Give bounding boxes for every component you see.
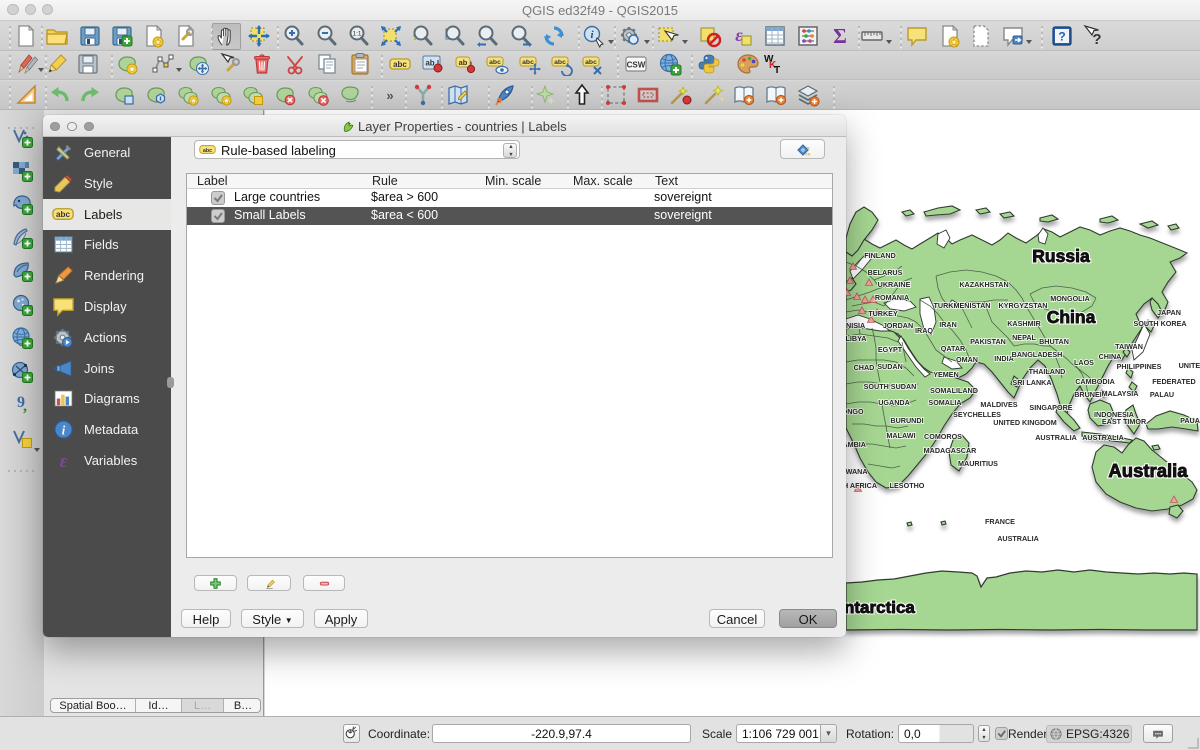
svg-text:IRAQ: IRAQ (915, 326, 933, 335)
svg-text:BURUNDI: BURUNDI (890, 416, 923, 425)
svg-text:TURKMENISTAN: TURKMENISTAN (934, 301, 991, 310)
svg-text:FRANCE: FRANCE (985, 517, 1015, 526)
svg-text:n: n (806, 145, 809, 150)
svg-text:BHUTAN: BHUTAN (1039, 337, 1069, 346)
svg-text:UNITED: UNITED (1179, 361, 1200, 370)
svg-text:IRAN: IRAN (939, 320, 957, 329)
svg-text:CHAD: CHAD (854, 363, 875, 372)
svg-text:NEPAL: NEPAL (1012, 333, 1036, 342)
svg-text:UKRAINE: UKRAINE (878, 280, 911, 289)
svg-text:1:1: 1:1 (352, 31, 361, 38)
svg-text:T: T (774, 65, 780, 76)
svg-text:SOUTH KOREA: SOUTH KOREA (1133, 319, 1186, 328)
svg-text:ε: ε (60, 451, 68, 472)
svg-text:SOUTH SUDAN: SOUTH SUDAN (864, 382, 917, 391)
svg-text:AUSTRALIA: AUSTRALIA (1082, 433, 1124, 442)
svg-text:COMOROS: COMOROS (924, 432, 962, 441)
svg-text:ROMANIA: ROMANIA (875, 293, 909, 302)
svg-text:BELARUS: BELARUS (868, 268, 903, 277)
svg-text:PAUA: PAUA (1180, 416, 1200, 425)
svg-text:abc: abc (56, 209, 70, 218)
svg-text:LAOS: LAOS (1074, 358, 1094, 367)
svg-text:PHILIPPINES: PHILIPPINES (1117, 362, 1162, 371)
svg-text:SINGAPORE: SINGAPORE (1029, 403, 1072, 412)
svg-text:KYRGYZSTAN: KYRGYZSTAN (999, 301, 1048, 310)
svg-text:Australia: Australia (1108, 460, 1188, 481)
svg-text:SUDAN: SUDAN (877, 362, 903, 371)
svg-text:abc: abc (585, 59, 597, 66)
svg-text:LIBYA: LIBYA (846, 334, 867, 343)
svg-text:MADAGASCAR: MADAGASCAR (924, 446, 978, 455)
svg-text:KAZAKHSTAN: KAZAKHSTAN (959, 280, 1008, 289)
svg-text:?: ? (1058, 30, 1065, 44)
svg-text:FEDERATED: FEDERATED (1152, 377, 1195, 386)
svg-text:YEMEN: YEMEN (933, 370, 959, 379)
svg-text:MALDIVES: MALDIVES (980, 400, 1017, 409)
svg-text:SOMALIA: SOMALIA (928, 398, 961, 407)
svg-text:FINLAND: FINLAND (864, 251, 896, 260)
svg-text:ε: ε (735, 25, 743, 45)
svg-text:,: , (23, 398, 27, 415)
svg-text:JAPAN: JAPAN (1157, 308, 1181, 317)
svg-text:LESOTHO: LESOTHO (890, 481, 925, 490)
svg-text:SOMALILAND: SOMALILAND (930, 386, 978, 395)
svg-text:Σ: Σ (833, 24, 847, 48)
svg-text:EAST TIMOR: EAST TIMOR (1102, 417, 1147, 426)
svg-text:H AFRICA: H AFRICA (843, 481, 877, 490)
svg-text:MAURITIUS: MAURITIUS (958, 459, 998, 468)
svg-text:PAKISTAN: PAKISTAN (970, 337, 1006, 346)
svg-text:»: » (386, 88, 393, 103)
svg-text:PALAU: PALAU (1150, 390, 1174, 399)
svg-text:CSW: CSW (627, 61, 646, 70)
svg-text:KASHMIR: KASHMIR (1007, 319, 1041, 328)
svg-text:China: China (1047, 307, 1096, 327)
svg-text:JORDAN: JORDAN (883, 321, 913, 330)
svg-text:ab: ab (425, 59, 434, 68)
svg-text:QATAR: QATAR (941, 344, 966, 353)
svg-text:AUSTRALIA: AUSTRALIA (1035, 433, 1077, 442)
svg-text:MALAWI: MALAWI (886, 431, 915, 440)
svg-text:ntarctica: ntarctica (844, 598, 915, 617)
svg-text:BANGLADESH: BANGLADESH (1012, 350, 1063, 359)
svg-text:OMAN: OMAN (956, 355, 978, 364)
svg-text:MALAYSIA: MALAYSIA (1102, 389, 1139, 398)
svg-text:CAMBODIA: CAMBODIA (1075, 377, 1115, 386)
svg-text:abc: abc (554, 59, 566, 66)
svg-text:BRUNEI: BRUNEI (1074, 390, 1102, 399)
svg-text:i: i (62, 423, 66, 437)
svg-text:SRI LANKA: SRI LANKA (1012, 378, 1051, 387)
svg-text:abc: abc (489, 59, 501, 66)
svg-text:?: ? (1092, 31, 1101, 48)
svg-text:TAIWAN: TAIWAN (1115, 342, 1143, 351)
svg-text:UNITED KINGDOM: UNITED KINGDOM (993, 418, 1057, 427)
svg-text:AUSTRALIA: AUSTRALIA (997, 534, 1039, 543)
svg-text:CHINA: CHINA (1099, 352, 1122, 361)
svg-text:co: co (805, 151, 811, 156)
svg-text:abc: abc (393, 60, 407, 69)
svg-text:MONGOLIA: MONGOLIA (1050, 294, 1090, 303)
svg-text:Russia: Russia (1032, 246, 1090, 266)
svg-text:abc: abc (203, 148, 212, 154)
svg-text:THAILAND: THAILAND (1029, 367, 1066, 376)
svg-text:abc: abc (522, 59, 534, 66)
svg-text:UGANDA: UGANDA (878, 398, 910, 407)
svg-text:TURKEY: TURKEY (868, 309, 898, 318)
svg-text:ab: ab (459, 58, 468, 67)
svg-text:EGYPT: EGYPT (878, 345, 903, 354)
